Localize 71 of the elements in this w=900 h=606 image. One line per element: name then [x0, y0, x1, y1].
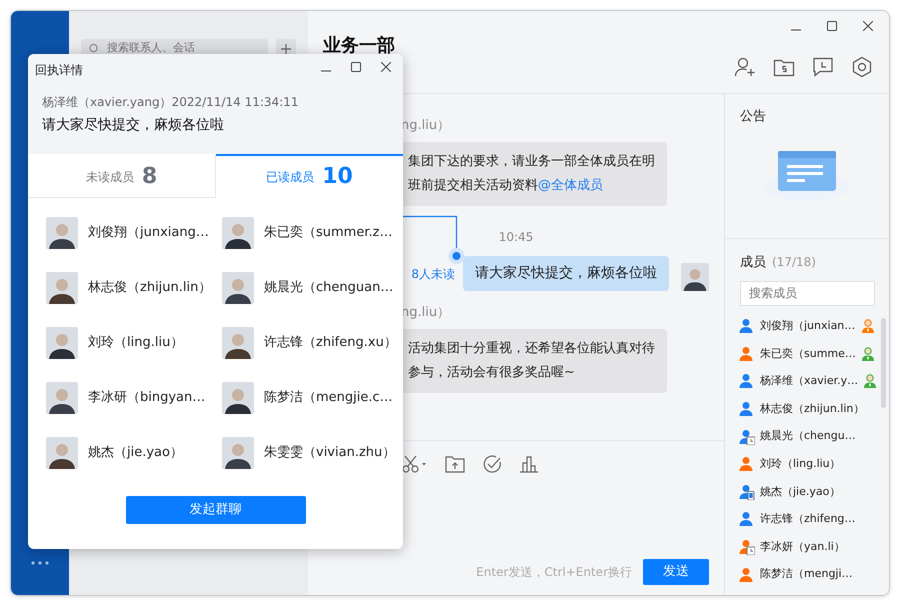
send-button[interactable]: 发送 — [643, 559, 709, 585]
unread-count-link[interactable]: 8人未读 — [411, 266, 455, 282]
avatar — [681, 263, 709, 291]
member-tab[interactable]: 未读成员 8 — [28, 154, 216, 198]
member-search-field[interactable]: 搜索成员 — [740, 280, 875, 306]
message-time: 10:45 — [498, 230, 534, 244]
member-name[interactable]: 刘俊翔（junxian… — [760, 318, 856, 335]
thread-line — [403, 216, 458, 248]
member-name[interactable]: 刘玲（ling.liu） — [760, 456, 856, 473]
member-name: 李冰研（bingyan… — [88, 389, 206, 408]
history-icon — [812, 56, 834, 78]
start-group-chat-button[interactable]: 发起群聊 — [126, 496, 306, 524]
add-member-icon — [734, 56, 756, 78]
task-button[interactable] — [482, 453, 502, 475]
member-name: 许志锋（zhifeng.xu） — [264, 334, 397, 352]
screenshot-icon — [402, 454, 428, 474]
maximize-icon — [351, 62, 361, 72]
member-name: 朱已奕（summer.z… — [264, 224, 392, 242]
history-button[interactable] — [812, 56, 834, 78]
poll-icon — [519, 455, 539, 473]
member-name: 朱雯雯（vivian.zhu） — [264, 444, 396, 462]
avatar — [222, 217, 254, 249]
avatar — [46, 272, 78, 304]
screenshot-button[interactable] — [402, 453, 428, 475]
unread-dot[interactable] — [448, 248, 464, 264]
member-name: 刘俊翔（junxiang… — [88, 224, 209, 242]
members-title: 成员 — [740, 255, 766, 270]
input-hint: Enter发送，Ctrl+Enter换行 — [476, 564, 632, 581]
maximize-icon — [827, 21, 837, 31]
task-icon — [482, 454, 502, 474]
settings-icon — [851, 56, 873, 78]
member-count: (17/18) — [772, 255, 816, 269]
member-name: 林志俊（zhijun.lin） — [88, 279, 212, 298]
member-name[interactable]: 林志俊（zhijun.lin） — [760, 400, 864, 418]
dialog-title: 回执详情 — [35, 62, 83, 79]
member-name[interactable]: 姚晨光（chengu… — [760, 428, 856, 445]
message-text: 请大家尽快提交，麻烦各位啦 — [42, 116, 224, 135]
member-name: 姚晨光（chenguan… — [264, 279, 394, 298]
message-bubble: 请大家尽快提交，麻烦各位啦 — [463, 256, 669, 291]
add-member-button[interactable] — [734, 56, 756, 78]
minimize-icon — [321, 70, 331, 72]
avatar — [222, 382, 254, 414]
chat-title: 业务一部 — [323, 37, 395, 55]
member-name[interactable]: 李冰妍（yan.li） — [760, 538, 856, 556]
minimize-icon — [791, 29, 801, 31]
message-meta: 杨泽维（xavier.yang）2022/11/14 11:34:11 — [42, 94, 298, 111]
member-name[interactable]: 朱已奕（summe… — [760, 346, 856, 362]
avatar — [222, 327, 254, 359]
avatar — [46, 327, 78, 359]
member-tab[interactable]: 已读成员 10 — [216, 154, 403, 198]
member-name[interactable]: 陈梦洁（mengji… — [760, 566, 856, 583]
add-icon — [280, 42, 292, 54]
member-name[interactable]: 许志锋（zhifeng… — [760, 511, 856, 528]
scrollbar[interactable] — [881, 318, 886, 408]
avatar — [46, 437, 78, 469]
avatar — [46, 382, 78, 414]
member-name[interactable]: 杨泽维（xavier.y… — [760, 373, 858, 390]
member-name: 姚杰（jie.yao） — [88, 444, 183, 462]
more-icon[interactable] — [31, 561, 49, 565]
avatar — [222, 272, 254, 304]
member-name: 陈梦洁（mengjie.c… — [264, 389, 393, 408]
search-icon — [89, 43, 99, 54]
avatar — [46, 217, 78, 249]
notice-title: 公告 — [740, 108, 767, 126]
upload-file-icon — [445, 455, 465, 473]
settings-button[interactable] — [851, 56, 873, 78]
member-name[interactable]: 姚杰（jie.yao） — [760, 484, 856, 500]
member-name: 刘玲（ling.liu） — [88, 334, 184, 352]
avatar — [222, 437, 254, 469]
close-icon — [381, 62, 391, 72]
close-icon — [863, 21, 873, 31]
